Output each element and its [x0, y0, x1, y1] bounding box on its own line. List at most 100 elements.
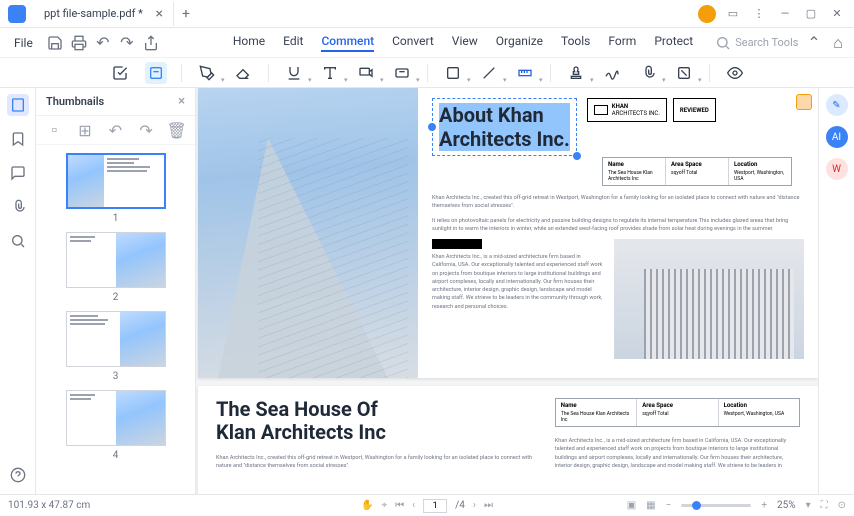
menu-edit[interactable]: Edit	[283, 34, 303, 52]
expand-icon[interactable]: ⌂	[830, 35, 846, 51]
close-panel-icon[interactable]: ×	[178, 94, 185, 109]
thumbnail-page-4[interactable]	[66, 390, 166, 446]
first-page-icon[interactable]: ⏮	[395, 500, 404, 511]
print-icon[interactable]	[71, 35, 87, 51]
callout-tool[interactable]	[355, 62, 377, 84]
new-tab-button[interactable]: +	[174, 6, 198, 22]
textbox-tool[interactable]	[391, 62, 413, 84]
menu-comment[interactable]: Comment	[321, 34, 374, 52]
bookmarks-icon[interactable]	[7, 128, 29, 150]
eraser-tool[interactable]	[232, 62, 254, 84]
search-icon	[715, 35, 731, 51]
file-menu[interactable]: File	[8, 36, 39, 50]
page-2: The Sea House OfKlan Architects Inc Khan…	[198, 386, 818, 494]
signature-tool[interactable]	[601, 62, 623, 84]
thumb-zoom-icon[interactable]: ⊞	[77, 122, 93, 138]
secondary-image	[614, 239, 804, 359]
settings-icon[interactable]: ⊙	[838, 500, 846, 511]
close-tab-icon[interactable]: ×	[156, 6, 163, 22]
hero-image: ✓	[198, 88, 418, 378]
note-annotation-icon[interactable]	[796, 94, 812, 110]
zoom-level: 25%	[777, 500, 796, 511]
link-box-tool[interactable]	[673, 62, 695, 84]
attachment-tool[interactable]	[637, 62, 659, 84]
hand-tool-icon[interactable]: ✋	[361, 500, 373, 511]
hide-comments-tool[interactable]	[724, 62, 746, 84]
thumb-add-icon[interactable]: ▫	[46, 122, 62, 138]
fullscreen-icon[interactable]: ⛶	[821, 500, 828, 511]
thumbnail-page-1[interactable]	[66, 153, 166, 209]
thumb-rotate-right-icon[interactable]: ↷	[138, 122, 154, 138]
save-icon[interactable]	[47, 35, 63, 51]
document-canvas[interactable]: ✓ About Khan Architects Inc. KHANARCHITE…	[196, 88, 818, 494]
page2-title-line1: The Sea House Of	[216, 397, 378, 421]
menu-tools[interactable]: Tools	[561, 34, 590, 52]
close-window-button[interactable]: ✕	[828, 5, 846, 23]
redo-icon[interactable]: ↷	[119, 35, 135, 51]
menu-convert[interactable]: Convert	[392, 34, 434, 52]
main-menu: Home Edit Comment Convert View Organize …	[233, 34, 693, 52]
info-table: NameThe Sea House Klan Architects Inc Ar…	[602, 157, 792, 186]
page-total: /4	[455, 500, 465, 511]
undo-icon[interactable]: ↶	[95, 35, 111, 51]
stamp-tool[interactable]	[565, 62, 587, 84]
user-avatar[interactable]	[698, 5, 716, 23]
line-tool[interactable]	[478, 62, 500, 84]
comments-panel-icon[interactable]	[7, 162, 29, 184]
menu-view[interactable]: View	[452, 34, 478, 52]
select-tool-icon[interactable]: ⌖	[382, 500, 388, 511]
selected-text-box[interactable]: About Khan Architects Inc.	[432, 98, 577, 156]
menu-organize[interactable]: Organize	[496, 34, 543, 52]
page2-para2: Khan Architects Inc., is a mid-sized arc…	[555, 437, 800, 470]
prev-page-icon[interactable]: ‹	[412, 500, 415, 511]
minimize-button[interactable]: —	[776, 5, 794, 23]
kebab-menu-icon[interactable]: ⋮	[750, 5, 768, 23]
search-panel-icon[interactable]	[7, 230, 29, 252]
redaction-mark	[432, 239, 482, 249]
menu-protect[interactable]: Protect	[654, 34, 693, 52]
last-page-icon[interactable]: ⏭	[484, 500, 493, 511]
brand-badge: KHANARCHITECTS INC.	[587, 98, 667, 122]
thumbnails-icon[interactable]	[7, 94, 29, 116]
attachments-panel-icon[interactable]	[7, 196, 29, 218]
highlighter-tool[interactable]	[109, 62, 131, 84]
zoom-out-icon[interactable]: −	[666, 500, 672, 511]
pencil-tool[interactable]	[196, 62, 218, 84]
page1-para3: Khan Architects Inc., is a mid-sized arc…	[432, 253, 604, 311]
comment-toolbar	[0, 58, 854, 88]
notifications-icon[interactable]: ▭	[724, 5, 742, 23]
search-placeholder: Search Tools	[735, 36, 798, 49]
share-icon[interactable]	[143, 35, 159, 51]
read-mode-icon[interactable]: ▦	[646, 500, 655, 511]
ai-icon[interactable]: AI	[826, 126, 848, 148]
underline-tool[interactable]	[283, 62, 305, 84]
chevron-up-icon[interactable]: ⌃	[806, 35, 822, 51]
coordinates-display: 101.93 x 47.87 cm	[8, 500, 90, 511]
menu-form[interactable]: Form	[608, 34, 636, 52]
search-tools[interactable]: Search Tools	[715, 35, 798, 51]
fit-page-icon[interactable]: ▣	[627, 500, 636, 511]
thumb-rotate-left-icon[interactable]: ↶	[107, 122, 123, 138]
text-tool[interactable]	[319, 62, 341, 84]
thumbnail-page-3[interactable]	[66, 311, 166, 367]
help-icon[interactable]	[7, 464, 29, 486]
thumb-delete-icon[interactable]: 🗑	[169, 122, 185, 138]
measure-tool[interactable]	[514, 62, 536, 84]
properties-icon[interactable]: ✎	[826, 94, 848, 116]
zoom-dropdown-icon[interactable]: ▾	[806, 500, 811, 511]
zoom-slider[interactable]	[681, 504, 751, 507]
word-convert-icon[interactable]: W	[826, 158, 848, 180]
page1-title-line2: Architects Inc.	[439, 127, 570, 151]
menu-home[interactable]: Home	[233, 34, 265, 52]
note-tool[interactable]	[145, 62, 167, 84]
document-tab[interactable]: ppt file-sample.pdf * ×	[34, 2, 174, 26]
page-number-input[interactable]	[423, 499, 447, 513]
page1-para1: Khan Architects Inc., created this off-g…	[432, 194, 804, 211]
next-page-icon[interactable]: ›	[473, 500, 476, 511]
maximize-button[interactable]: ▢	[802, 5, 820, 23]
page1-para2: It relies on photovoltaic panels for ele…	[432, 217, 804, 234]
thumb-label-3: 3	[113, 371, 119, 382]
shape-tool[interactable]	[442, 62, 464, 84]
zoom-in-icon[interactable]: +	[761, 500, 767, 511]
thumbnail-page-2[interactable]	[66, 232, 166, 288]
